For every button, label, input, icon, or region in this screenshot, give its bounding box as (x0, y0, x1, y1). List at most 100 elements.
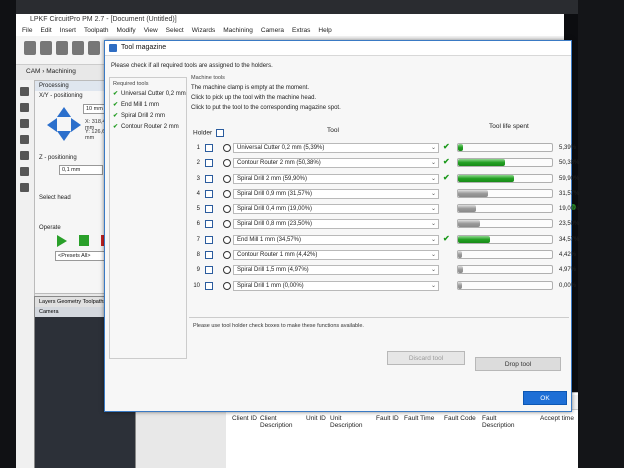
holder-number: 8 (196, 252, 200, 259)
menu-item-machining[interactable]: Machining (223, 26, 253, 36)
required-tools-box: Required tools ✔ Universal Cutter 0,2 mm ✔… (109, 77, 187, 359)
text-icon[interactable] (20, 167, 29, 176)
cut-icon[interactable] (72, 41, 84, 55)
new-icon[interactable] (24, 41, 36, 55)
tool-select-value: Spiral Drill 2 mm (59,90%) (237, 175, 308, 182)
holder-checkbox[interactable] (205, 266, 213, 275)
menu-bar: File Edit Insert Toolpath Modify View Select Wi… (16, 26, 578, 36)
pointer-icon[interactable] (20, 87, 29, 96)
fault-column-header[interactable]: Fault Time (404, 415, 440, 422)
menu-item-view[interactable]: View (144, 26, 158, 36)
holder-checkbox[interactable] (205, 220, 213, 229)
play-icon[interactable] (57, 235, 67, 247)
monitor-bezel-left (0, 0, 16, 468)
tool-life-value: 0,00% (559, 282, 577, 289)
tool-select-value: Spiral Drill 0,4 mm (19,00%) (237, 206, 313, 213)
holder-checkbox[interactable] (205, 159, 213, 168)
tool-row: 10 Spiral Drill 1 mm (0,00%) ⌄ 0,00% (189, 279, 576, 294)
tool-table-header: Holder Tool Tool life spent (189, 123, 569, 139)
tool-select[interactable]: Universal Cutter 0,2 mm (5,39%) ⌄ (233, 143, 439, 153)
fault-column-header[interactable]: Accept time (540, 415, 576, 422)
clamp-status: The machine clamp is empty at the moment… (191, 85, 310, 91)
holder-number: 9 (196, 267, 200, 274)
polygon-icon[interactable] (20, 151, 29, 160)
menu-item-file[interactable]: File (22, 26, 32, 36)
tool-select[interactable]: Spiral Drill 0,9 mm (31,57%) ⌄ (233, 188, 439, 199)
dialog-title-bar: Tool magazine (105, 41, 571, 56)
measure-icon[interactable] (20, 183, 29, 192)
tool-row: 1 Universal Cutter 0,2 mm (5,39%) ⌄ ✔ 5,39% (189, 141, 576, 156)
chevron-down-icon: ⌄ (430, 160, 436, 167)
fault-column-header[interactable]: Fault Code (444, 415, 480, 422)
z-field[interactable]: 0,1 mm (59, 165, 103, 175)
tool-life-value: 50,38% (559, 160, 580, 167)
open-icon[interactable] (40, 41, 52, 55)
chevron-down-icon: ⌄ (430, 252, 436, 259)
tool-select[interactable]: Spiral Drill 0,8 mm (23,50%) ⌄ (233, 219, 439, 230)
copy-icon[interactable] (88, 41, 100, 55)
holder-checkbox[interactable] (205, 281, 213, 290)
tool-life-fill (458, 281, 462, 289)
monitor-bezel-right (578, 0, 624, 468)
chevron-down-icon: ⌄ (430, 267, 436, 274)
arrow-right-icon[interactable] (71, 118, 81, 132)
rectangle-icon[interactable] (20, 119, 29, 128)
line-icon[interactable] (20, 103, 29, 112)
tool-select[interactable]: Contour Router 1 mm (4,42%) ⌄ (233, 250, 439, 261)
holder-select-all-checkbox[interactable] (215, 129, 224, 137)
menu-item-toolpath[interactable]: Toolpath (84, 26, 109, 36)
holder-number: 3 (196, 175, 200, 182)
step-icon[interactable] (79, 235, 89, 246)
tool-select[interactable]: Spiral Drill 2 mm (59,90%) ⌄ (233, 173, 439, 184)
tool-select-value: End Mill 1 mm (34,57%) (237, 236, 302, 243)
machine-tools-section: Machine tools The machine clamp is empty… (191, 75, 567, 113)
tool-select[interactable]: Spiral Drill 0,4 mm (19,00%) ⌄ (233, 204, 439, 215)
holder-checkbox[interactable] (205, 251, 213, 260)
tool-life-bar (457, 158, 553, 168)
menu-item-modify[interactable]: Modify (117, 26, 136, 36)
circle-icon[interactable] (20, 135, 29, 144)
drop-tool-button[interactable]: Drop tool (475, 357, 561, 371)
menu-item-camera[interactable]: Camera (261, 26, 284, 36)
check-icon: ✔ (113, 113, 119, 119)
tool-life-fill (458, 174, 515, 182)
tool-select[interactable]: Spiral Drill 1 mm (0,00%) ⌄ (233, 280, 439, 291)
required-check-icon: ✔ (443, 233, 450, 243)
xy-arrow-pad (47, 107, 81, 143)
holder-checkbox[interactable] (205, 205, 213, 214)
menu-item-edit[interactable]: Edit (40, 26, 51, 36)
tool-select-value: Contour Router 1 mm (4,42%) (237, 252, 318, 259)
tool-select[interactable]: End Mill 1 mm (34,57%) ⌄ (233, 234, 439, 245)
menu-item-wizards[interactable]: Wizards (192, 26, 215, 36)
arrow-up-icon[interactable] (57, 107, 71, 117)
holder-checkbox[interactable] (205, 189, 213, 198)
holder-status-icon (223, 235, 231, 244)
holder-status-icon (223, 266, 231, 275)
holder-checkbox[interactable] (205, 144, 213, 152)
holder-checkbox[interactable] (205, 174, 213, 183)
presets-select[interactable]: <Presets All> (55, 251, 109, 261)
select-head-label: Select head (39, 195, 71, 201)
tool-select-value: Spiral Drill 1 mm (0,00%) (237, 282, 304, 289)
tool-life-bar (457, 173, 553, 183)
tool-row: 8 Contour Router 1 mm (4,42%) ⌄ 4,42% (189, 248, 576, 263)
menu-item-insert[interactable]: Insert (60, 26, 76, 36)
discard-tool-button[interactable]: Discard tool (387, 351, 465, 365)
dialog-title: Tool magazine (121, 44, 167, 51)
arrow-left-icon[interactable] (47, 118, 57, 132)
save-icon[interactable] (56, 41, 68, 55)
fault-list-header: Client ID Client Description Unit ID Unit D… (226, 411, 578, 468)
menu-item-extras[interactable]: Extras (292, 26, 310, 36)
fault-column-header[interactable]: Fault Description (482, 415, 518, 429)
menu-item-select[interactable]: Select (166, 26, 184, 36)
fault-column-header[interactable]: Client Description (260, 415, 296, 429)
holder-checkbox[interactable] (205, 235, 213, 244)
tool-select[interactable]: Contour Router 2 mm (50,38%) ⌄ (233, 158, 439, 169)
ok-button[interactable]: OK (523, 391, 567, 405)
menu-item-help[interactable]: Help (318, 26, 331, 36)
fault-column-header[interactable]: Unit Description (330, 415, 366, 429)
arrow-down-icon[interactable] (57, 131, 71, 141)
tool-life-bar (457, 265, 553, 275)
tool-select[interactable]: Spiral Drill 1,5 mm (4,97%) ⌄ (233, 265, 439, 276)
tool-life-value: 34,57% (559, 236, 580, 243)
